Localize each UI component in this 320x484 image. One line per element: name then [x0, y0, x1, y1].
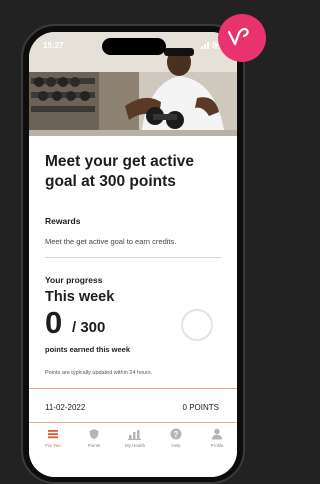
profile-icon: [212, 428, 222, 440]
tab-label: For You: [45, 443, 61, 448]
rewards-heading: Rewards: [45, 216, 81, 226]
points-goal-total: / 300: [72, 319, 106, 336]
chart-icon: [128, 430, 141, 440]
rewards-text: Meet the get active goal to earn credits…: [45, 237, 177, 246]
tab-for-you[interactable]: For You: [33, 428, 73, 448]
brand-logo-icon: [227, 27, 249, 46]
progress-ring: [181, 309, 213, 341]
tab-label: Help: [171, 443, 181, 448]
tab-label: Points: [87, 443, 101, 448]
status-time: 15:27: [43, 41, 64, 50]
tab-help[interactable]: ? Help: [156, 428, 196, 448]
status-bar: 15:27: [29, 32, 237, 56]
tab-label: Profile: [210, 443, 224, 448]
history-date: 11-02-2022: [45, 403, 86, 412]
progress-heading: Your progress: [45, 275, 103, 285]
svg-text:?: ?: [174, 430, 179, 439]
divider: [45, 257, 221, 258]
app-screen: 15:27 Meet your get active goal at 300 p…: [29, 32, 237, 477]
tab-my-health[interactable]: My Health: [115, 428, 155, 448]
help-icon: ?: [170, 428, 182, 440]
tab-profile[interactable]: Profile: [197, 428, 237, 448]
menu-icon: [48, 430, 58, 439]
goal-title: Meet your get active goal at 300 points: [45, 153, 195, 190]
tab-points[interactable]: Points: [74, 428, 114, 448]
shield-icon: [89, 429, 99, 439]
progress-period: This week: [45, 289, 115, 305]
brand-logo-badge: [218, 14, 266, 62]
history-points: 0 POINTS: [182, 403, 219, 412]
points-caption: points earned this week: [45, 345, 131, 354]
divider: [29, 388, 237, 389]
dynamic-island: [102, 38, 166, 55]
update-note: Points are typically updated within 24 h…: [45, 370, 153, 376]
tab-label: My Health: [124, 443, 146, 448]
points-earned-value: 0: [45, 305, 63, 340]
